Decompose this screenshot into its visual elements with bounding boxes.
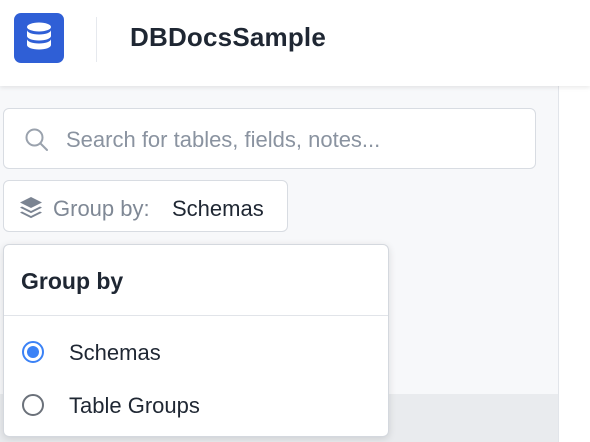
option-label: Schemas xyxy=(69,340,161,365)
main-content-panel xyxy=(558,86,590,442)
radio-schemas[interactable] xyxy=(22,341,44,363)
option-table-groups[interactable]: Table Groups xyxy=(4,384,388,428)
header-divider xyxy=(96,17,97,62)
group-by-menu-title: Group by xyxy=(21,268,124,294)
option-label: Table Groups xyxy=(69,393,200,418)
option-schemas[interactable]: Schemas xyxy=(4,331,388,375)
search-icon xyxy=(24,127,50,158)
project-title: DBDocsSample xyxy=(130,22,327,52)
search-input[interactable]: Search for tables, fields, notes... xyxy=(3,108,536,169)
layers-icon xyxy=(18,195,44,224)
top-bar: DBDocsSample xyxy=(0,0,590,86)
database-icon[interactable] xyxy=(14,13,64,63)
menu-divider xyxy=(4,315,388,316)
group-by-menu: Group by Schemas Table Groups xyxy=(3,244,389,437)
group-by-button[interactable]: Group by: Schemas xyxy=(3,180,288,232)
group-by-label: Group by: xyxy=(53,196,150,221)
search-placeholder: Search for tables, fields, notes... xyxy=(66,127,381,152)
radio-table-groups[interactable] xyxy=(22,394,44,416)
group-by-value: Schemas xyxy=(172,196,264,221)
